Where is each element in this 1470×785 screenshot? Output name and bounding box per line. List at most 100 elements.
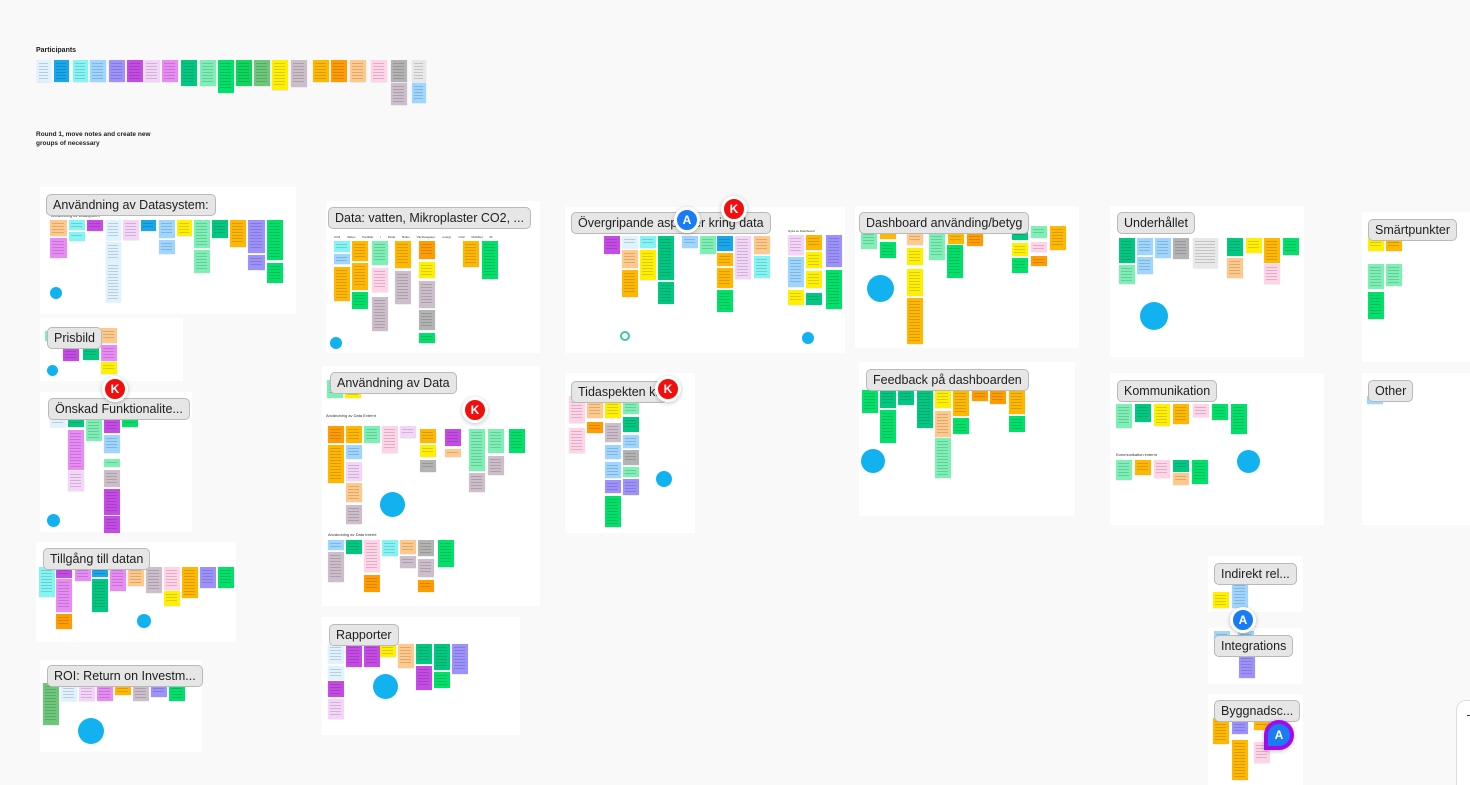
sticky-note[interactable] [334,267,350,301]
sticky-note[interactable] [372,241,388,265]
sticky-note[interactable] [230,220,246,247]
sticky-note[interactable] [159,220,175,238]
sticky-note[interactable] [754,256,770,278]
sticky-note[interactable] [622,236,638,248]
sticky-note[interactable] [328,666,344,679]
sticky-note[interactable] [346,540,362,554]
sticky-note[interactable] [1135,460,1151,475]
sticky-note[interactable] [371,60,387,82]
sticky-note[interactable] [101,345,117,361]
frame-label-data-vatten[interactable]: Data: vatten, Mikroplaster CO2, ... [328,207,531,229]
sticky-note[interactable] [907,248,923,265]
frame-label-indirekt[interactable]: Indirekt rel... [1214,563,1297,585]
sticky-note[interactable] [90,60,106,82]
sticky-note[interactable] [328,445,344,483]
sticky-note[interactable] [1227,238,1243,256]
sticky-note[interactable] [412,60,426,82]
sticky-note[interactable] [50,238,67,258]
sticky-note[interactable] [181,60,197,86]
sticky-note[interactable] [587,422,603,433]
vote-dot[interactable] [867,275,894,302]
sticky-note[interactable] [1137,257,1153,274]
frame-label-anvandning-datasystem[interactable]: Användning av Datasystem: [46,194,216,216]
frame-label-integrations[interactable]: Integrations [1214,635,1294,657]
sticky-note[interactable] [248,220,265,253]
sticky-note[interactable] [382,540,398,556]
sticky-note[interactable] [862,390,878,413]
sticky-note[interactable] [146,567,162,593]
sticky-note[interactable] [164,567,180,590]
sticky-note[interactable] [1173,473,1189,485]
sticky-note[interactable] [101,328,117,343]
sticky-note[interactable] [1368,264,1384,289]
sticky-note[interactable] [826,270,842,309]
sticky-note[interactable] [880,410,896,443]
sticky-note[interactable] [1227,258,1243,278]
sticky-note[interactable] [73,60,88,82]
sticky-note[interactable] [1154,404,1170,426]
sticky-note[interactable] [182,567,198,598]
sticky-note[interactable] [248,255,265,270]
sticky-note[interactable] [416,666,432,690]
sticky-note[interactable] [106,262,121,302]
sticky-note[interactable] [328,699,344,719]
sticky-note[interactable] [37,60,51,82]
sticky-note[interactable] [419,310,435,330]
sticky-note[interactable] [123,220,139,240]
sticky-note[interactable] [346,445,362,459]
sticky-note[interactable] [313,60,329,82]
sticky-note[interactable] [717,290,733,312]
sticky-note[interactable] [623,450,639,465]
sticky-note[interactable] [68,430,84,470]
sticky-note[interactable] [194,220,210,248]
sticky-note[interactable] [935,438,951,478]
sticky-note[interactable] [101,362,117,374]
vote-dot[interactable] [1140,302,1168,330]
sticky-note[interactable] [141,220,156,231]
sticky-note[interactable] [640,236,656,248]
sticky-note[interactable] [398,644,414,668]
sticky-note[interactable] [177,220,192,236]
sticky-note[interactable] [1213,592,1229,608]
sticky-note[interactable] [1119,265,1135,284]
sticky-note[interactable] [364,540,380,572]
sticky-note[interactable] [438,540,454,567]
sticky-note[interactable] [605,462,621,478]
sticky-note[interactable] [788,257,804,287]
sticky-note[interactable] [482,241,498,279]
sticky-note[interactable] [212,220,228,238]
sticky-note[interactable] [104,459,120,467]
sticky-note[interactable] [658,282,674,304]
sticky-note[interactable] [400,540,416,554]
sticky-note[interactable] [56,614,72,629]
sticky-note[interactable] [1193,404,1209,417]
sticky-note[interactable] [463,241,479,267]
sticky-note[interactable] [806,271,822,288]
sticky-note[interactable] [346,462,362,481]
vote-dot[interactable] [47,514,60,527]
sticky-note[interactable] [352,292,368,309]
frame-label-rapporter[interactable]: Rapporter [329,624,399,646]
sticky-note[interactable] [735,236,751,279]
sticky-note[interactable] [419,281,435,308]
sticky-note[interactable] [328,552,344,582]
sticky-note[interactable] [826,235,842,267]
sticky-note[interactable] [56,579,72,612]
sticky-note[interactable] [1009,416,1025,432]
sticky-note[interactable] [1031,256,1047,266]
sticky-note[interactable] [110,567,126,591]
vote-dot[interactable] [656,471,672,487]
vote-dot[interactable] [50,287,62,299]
sticky-note[interactable] [391,60,407,82]
sticky-note[interactable] [79,685,95,701]
sticky-note[interactable] [605,480,621,493]
sticky-note[interactable] [972,390,988,401]
frame-label-byggnadsc[interactable]: Byggnadsc... [1214,700,1301,722]
sticky-note[interactable] [346,426,362,443]
sticky-note[interactable] [419,262,435,278]
sticky-note[interactable] [1012,258,1028,273]
sticky-note[interactable] [1386,264,1402,286]
sticky-note[interactable] [346,505,362,524]
sticky-note[interactable] [328,681,344,697]
sticky-note[interactable] [272,60,288,90]
